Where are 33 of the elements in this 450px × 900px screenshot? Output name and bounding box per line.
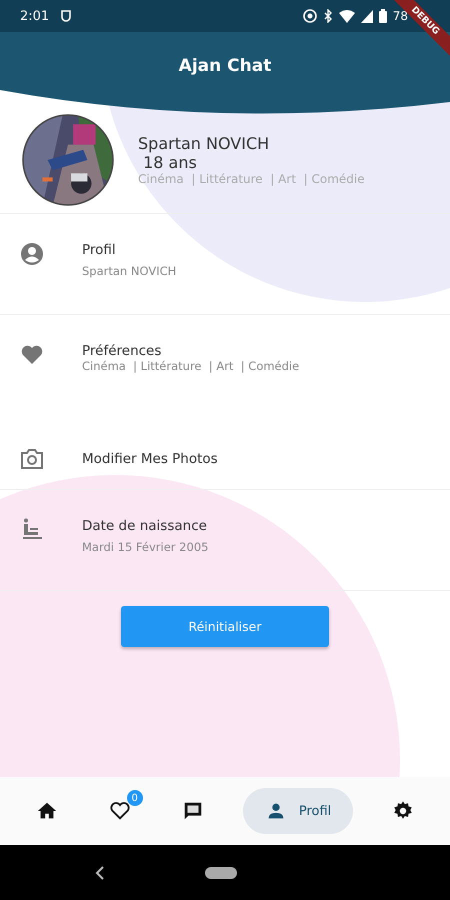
heart-outline-icon — [108, 800, 131, 822]
settings-row[interactable]: Modifier Mes Photos — [0, 411, 450, 490]
chat-icon — [182, 800, 204, 822]
sync-icon — [302, 9, 317, 23]
signal-icon — [360, 10, 373, 22]
battery-level: 78 — [392, 9, 408, 23]
shield-icon — [61, 9, 72, 23]
profile-name: Spartan NOVICH — [138, 134, 270, 152]
row-title: Profil — [82, 242, 117, 258]
app-title: Ajan Chat — [178, 56, 272, 76]
heart-icon — [20, 343, 44, 367]
row-title: Date de naissance — [82, 518, 208, 534]
profile-interests: Cinéma | Littérature | Art | Comédie — [138, 172, 365, 186]
count-badge: 0 — [126, 790, 143, 806]
settings-row[interactable]: Préférences Cinéma | Littérature | Art | Comédie — [0, 315, 450, 411]
profile-age: 18 ans — [142, 152, 198, 172]
camera-icon — [20, 447, 44, 471]
settings-row[interactable]: Date de naissance Mardi 15 Février 2005 — [0, 490, 450, 591]
back-icon[interactable] — [95, 866, 105, 880]
row-subtitle: Mardi 15 Février 2005 — [82, 540, 208, 554]
nav-tab[interactable]: Profil — [242, 788, 354, 834]
row-title: Modifier Mes Photos — [82, 451, 218, 467]
bluetooth-icon — [322, 9, 333, 23]
person-sitting-icon — [20, 518, 44, 542]
row-title: Préférences — [82, 343, 162, 359]
row-subtitle: Cinéma | Littérature | Art | Comédie — [82, 359, 300, 373]
home-pill[interactable] — [205, 866, 237, 878]
status-time: 2:01 — [20, 8, 50, 24]
account-circle-icon — [20, 242, 44, 266]
battery-icon — [378, 9, 387, 23]
settings-row[interactable]: Profil Spartan NOVICH — [0, 214, 450, 315]
wifi-icon — [338, 10, 355, 22]
row-subtitle: Spartan NOVICH — [82, 264, 176, 278]
